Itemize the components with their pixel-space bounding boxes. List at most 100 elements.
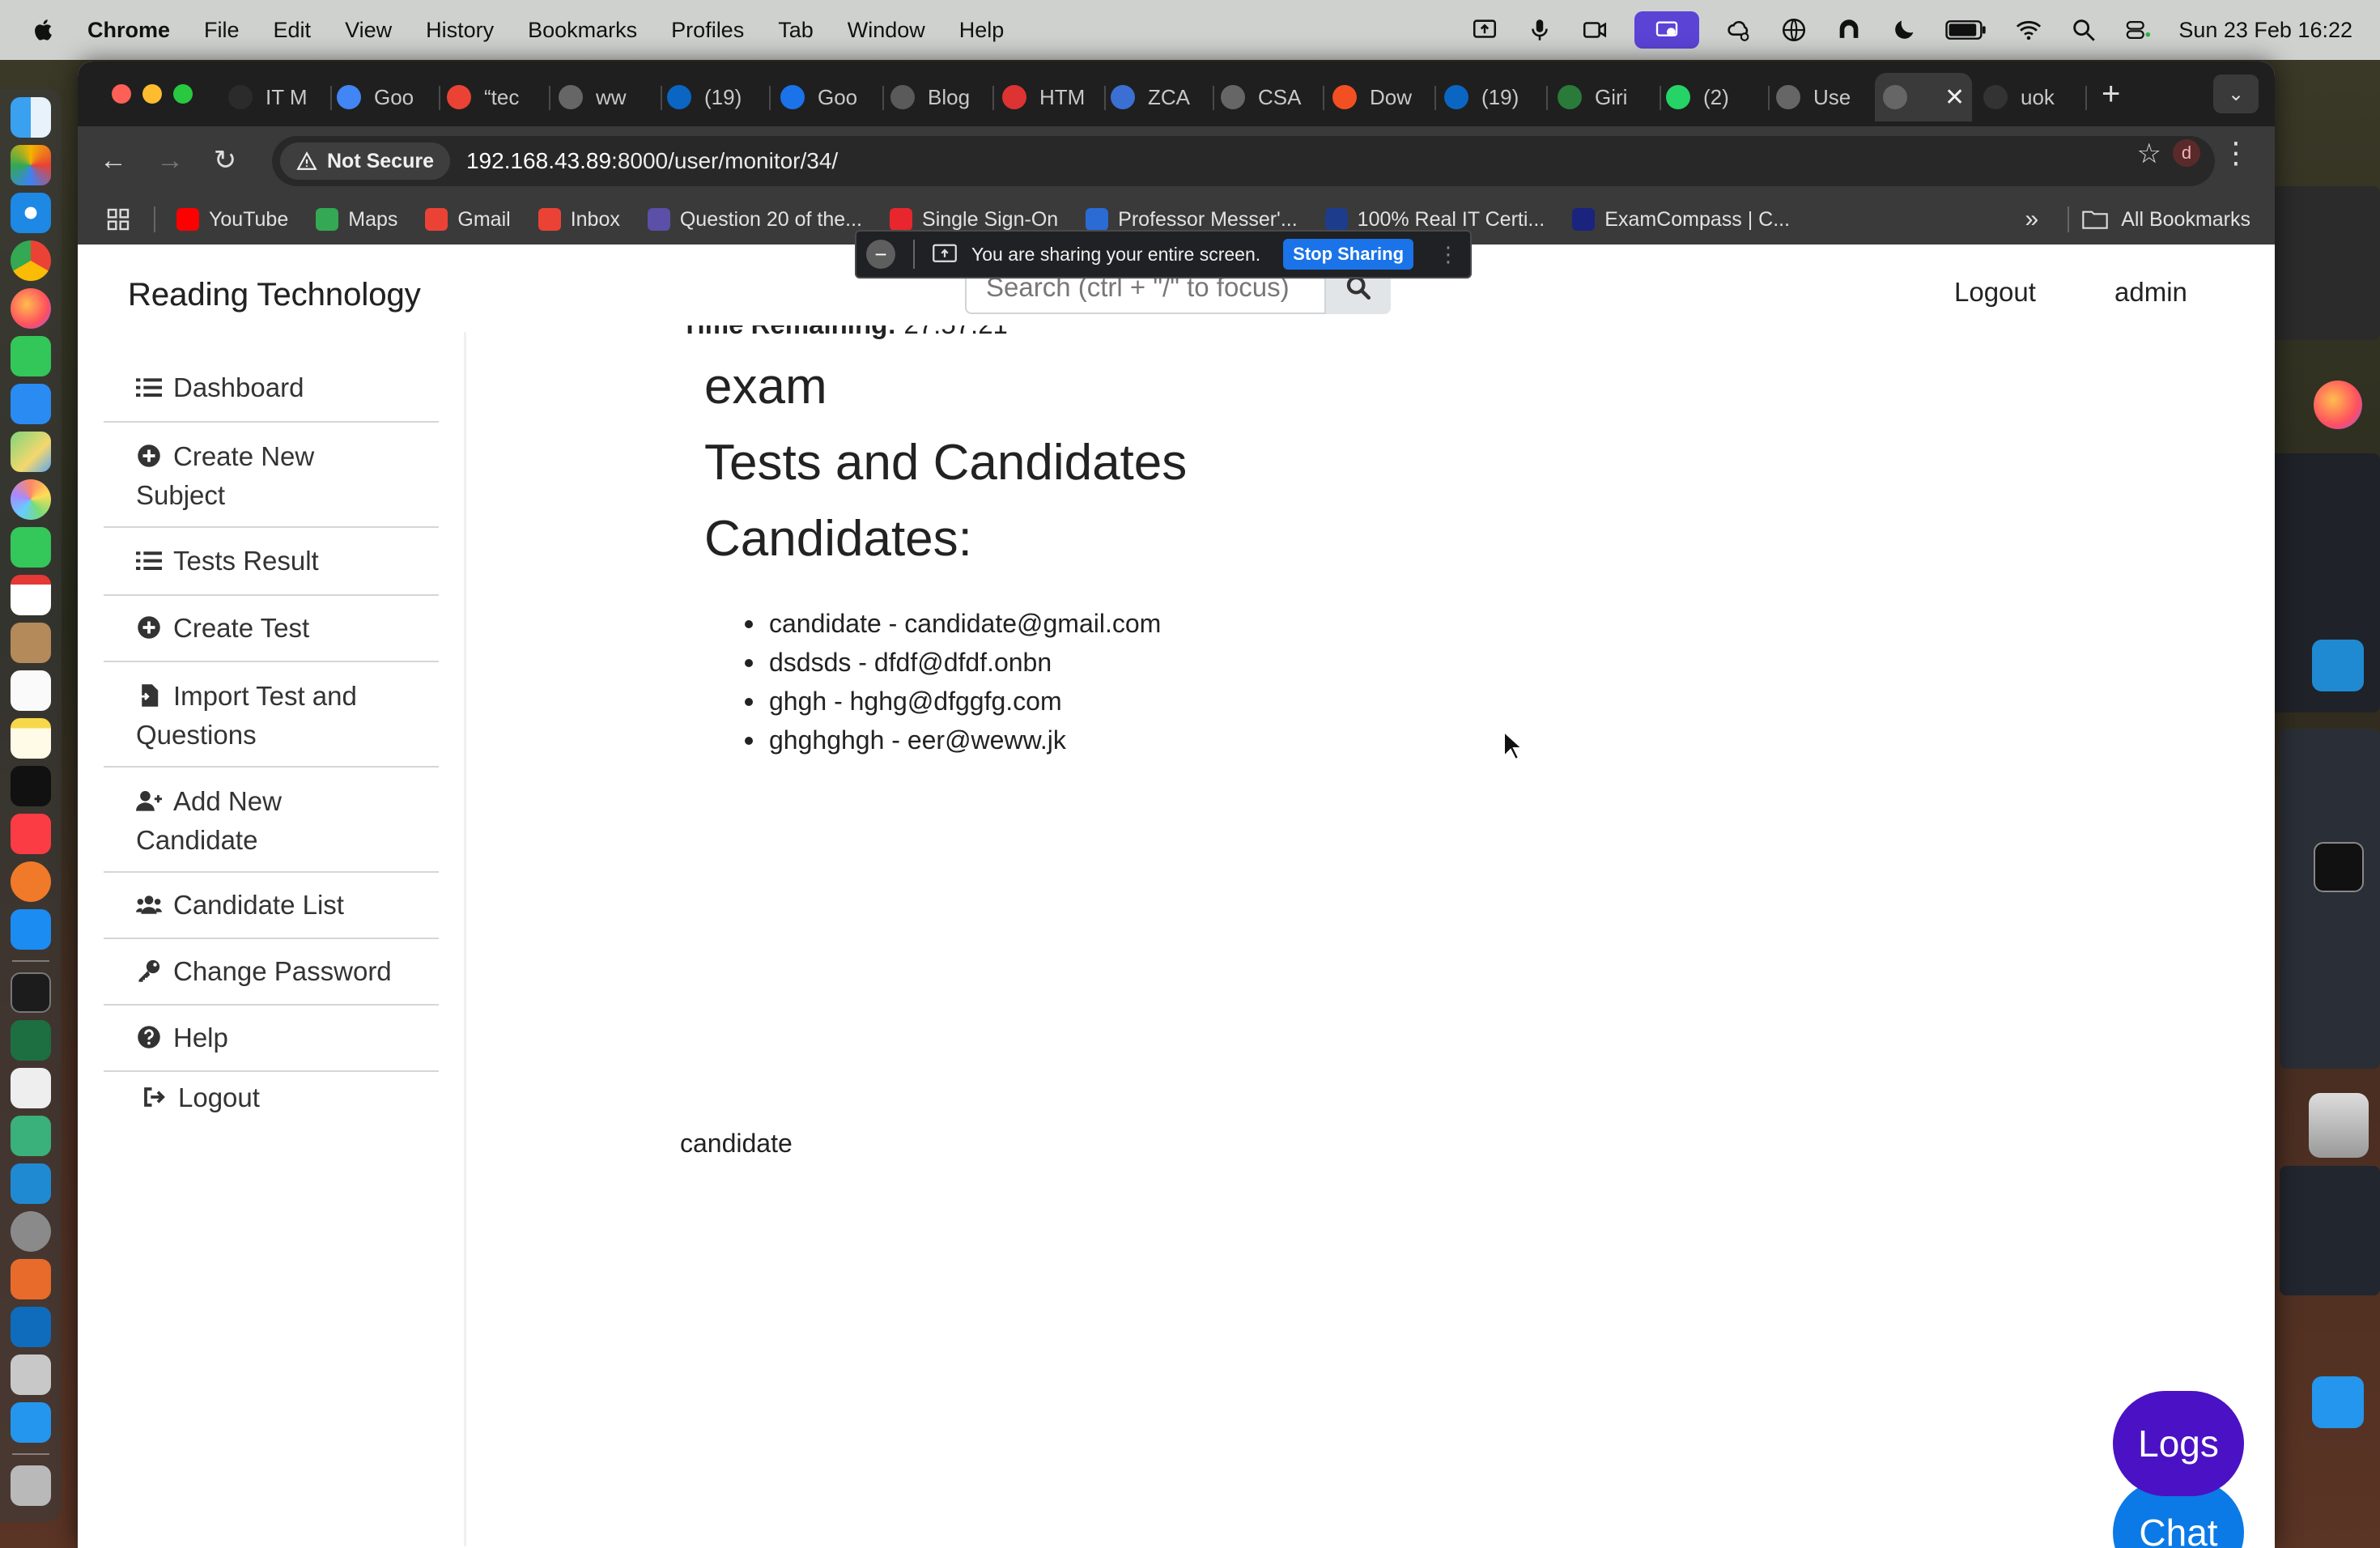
sidebar-item-candidate-list[interactable]: Candidate List xyxy=(104,873,439,939)
browser-tab[interactable]: ✕ xyxy=(1875,73,1972,121)
minimize-share-bar-button[interactable]: − xyxy=(866,240,895,269)
terminal-icon[interactable] xyxy=(11,972,51,1013)
mail-icon[interactable] xyxy=(11,384,51,424)
appletv-icon[interactable] xyxy=(11,766,51,806)
bookmark-item[interactable]: Single Sign-On xyxy=(890,208,1058,232)
control-center-icon[interactable] xyxy=(2123,15,2154,45)
docker-dock-icon[interactable] xyxy=(11,1402,51,1443)
bookmark-item[interactable]: Maps xyxy=(316,208,397,232)
photos-icon[interactable] xyxy=(11,479,51,520)
sidebar-item-change-password[interactable]: Change Password xyxy=(104,939,439,1006)
vpn-icon[interactable] xyxy=(1834,15,1864,45)
back-button[interactable]: ← xyxy=(97,144,130,176)
browser-tab[interactable]: (19) xyxy=(1444,73,1548,121)
url-text[interactable]: 192.168.43.89:8000/user/monitor/34/ xyxy=(466,148,838,174)
sidebar-item-create-test[interactable]: Create Test xyxy=(104,596,439,662)
mic-icon[interactable] xyxy=(1524,15,1555,45)
apps-grid-icon[interactable] xyxy=(105,206,131,232)
menu-file[interactable]: File xyxy=(204,18,240,43)
browser-tab[interactable]: (19) xyxy=(667,73,771,121)
browser-tab[interactable]: Goo xyxy=(337,73,440,121)
browser-tab[interactable]: ww xyxy=(559,73,662,121)
terminal-icon[interactable] xyxy=(2314,842,2364,892)
menu-tab[interactable]: Tab xyxy=(778,18,814,43)
menu-window[interactable]: Window xyxy=(848,18,925,43)
browser-tab[interactable]: CSA xyxy=(1221,73,1324,121)
finder-icon[interactable] xyxy=(11,97,51,138)
apple-icon[interactable] xyxy=(32,18,57,42)
excel-icon[interactable] xyxy=(11,1020,51,1061)
database-icon[interactable] xyxy=(2309,1093,2369,1158)
moon-icon[interactable] xyxy=(1889,15,1919,45)
bookmark-item[interactable]: Question 20 of the... xyxy=(647,208,862,232)
menu-profiles[interactable]: Profiles xyxy=(671,18,744,43)
not-secure-chip[interactable]: Not Secure xyxy=(280,142,450,180)
bookmark-star-icon[interactable]: ☆ xyxy=(2137,138,2161,170)
browser-tab[interactable]: Use xyxy=(1776,73,1880,121)
appstore-icon[interactable] xyxy=(11,909,51,950)
maps-icon[interactable] xyxy=(11,432,51,472)
site-brand-overlay[interactable]: Reading Technology xyxy=(128,277,421,313)
screen-record-icon[interactable] xyxy=(1634,11,1700,49)
menu-help[interactable]: Help xyxy=(959,18,1005,43)
chrome-menu-icon[interactable]: ⋮ xyxy=(2221,136,2250,170)
docker-icon[interactable] xyxy=(2312,1376,2364,1428)
close-tab-icon[interactable]: ✕ xyxy=(1944,83,1965,112)
browser-tab[interactable]: Blog xyxy=(890,73,994,121)
notes-icon[interactable] xyxy=(11,718,51,759)
browser-tab[interactable]: Dow xyxy=(1332,73,1436,121)
browser-tab[interactable]: ZCA xyxy=(1111,73,1214,121)
sidebar-item-dashboard[interactable]: Dashboard xyxy=(104,355,439,423)
sidebar-item-create-new-subject[interactable]: Create New Subject xyxy=(104,423,439,528)
menu-history[interactable]: History xyxy=(426,18,494,43)
sidebar-item-tests-result[interactable]: Tests Result xyxy=(104,528,439,596)
globe-icon[interactable] xyxy=(1779,15,1809,45)
bookmark-item[interactable]: 100% Real IT Certi... xyxy=(1324,208,1545,232)
address-bar[interactable]: Not Secure 192.168.43.89:8000/user/monit… xyxy=(272,136,2215,186)
battery-icon[interactable] xyxy=(1944,15,1989,45)
header-user-link[interactable]: admin xyxy=(2114,277,2187,308)
zoom-window-button[interactable] xyxy=(173,84,193,104)
more-bookmarks-icon[interactable]: » xyxy=(2025,206,2039,233)
browser-tab[interactable]: uok xyxy=(1983,73,2087,121)
forward-button[interactable]: → xyxy=(154,144,186,176)
spotlight-icon[interactable] xyxy=(2068,15,2099,45)
sidebar-item-help[interactable]: Help xyxy=(104,1006,439,1072)
screen-mirror-icon[interactable] xyxy=(1469,15,1500,45)
reminders-icon[interactable] xyxy=(11,670,51,711)
close-window-button[interactable] xyxy=(112,84,131,104)
browser-tab[interactable]: IT M xyxy=(228,73,332,121)
calendar-dock-icon[interactable] xyxy=(11,575,51,615)
sidebar-item-add-new-candidate[interactable]: Add New Candidate xyxy=(104,768,439,873)
firefox-icon[interactable] xyxy=(2314,381,2362,429)
all-bookmarks-link[interactable]: All Bookmarks xyxy=(2121,208,2250,232)
bookmark-item[interactable]: Professor Messer'... xyxy=(1086,208,1298,232)
browser-tab[interactable]: Goo xyxy=(780,73,884,121)
chrome-dock-icon[interactable] xyxy=(11,240,51,281)
minimize-window-button[interactable] xyxy=(142,84,162,104)
reload-button[interactable]: ↻ xyxy=(209,144,241,176)
camera-icon[interactable] xyxy=(1579,15,1610,45)
browser-tab[interactable]: Giri xyxy=(1558,73,1661,121)
sidebar-item-import-test[interactable]: Import Test and Questions xyxy=(104,662,439,768)
database-icon[interactable] xyxy=(11,1354,51,1395)
profile-avatar[interactable]: d xyxy=(2173,139,2200,167)
sidebar-item-logout[interactable]: Logout xyxy=(104,1072,439,1121)
tab-search-button[interactable]: ⌄ xyxy=(2213,74,2259,113)
menu-bookmarks[interactable]: Bookmarks xyxy=(528,18,637,43)
menu-chrome[interactable]: Chrome xyxy=(87,18,170,43)
bookmark-item[interactable]: ExamCompass | C... xyxy=(1572,208,1790,232)
office-icon[interactable] xyxy=(11,1259,51,1299)
vscode-icon[interactable] xyxy=(2312,640,2364,691)
drag-handle-icon[interactable]: ⋮ xyxy=(1438,242,1459,267)
header-logout-link[interactable]: Logout xyxy=(1954,277,2036,308)
outlook-icon[interactable] xyxy=(11,1307,51,1347)
mysql-workbench-icon[interactable] xyxy=(11,1116,51,1156)
safari-icon[interactable] xyxy=(11,193,51,233)
firefox-icon[interactable] xyxy=(11,288,51,329)
launchpad-icon[interactable] xyxy=(11,145,51,185)
menubar-clock[interactable]: Sun 23 Feb 16:22 xyxy=(2178,18,2352,43)
bookmark-item[interactable]: YouTube xyxy=(176,208,288,232)
system-settings-icon[interactable] xyxy=(11,1211,51,1252)
bookmark-item[interactable]: Inbox xyxy=(538,208,620,232)
